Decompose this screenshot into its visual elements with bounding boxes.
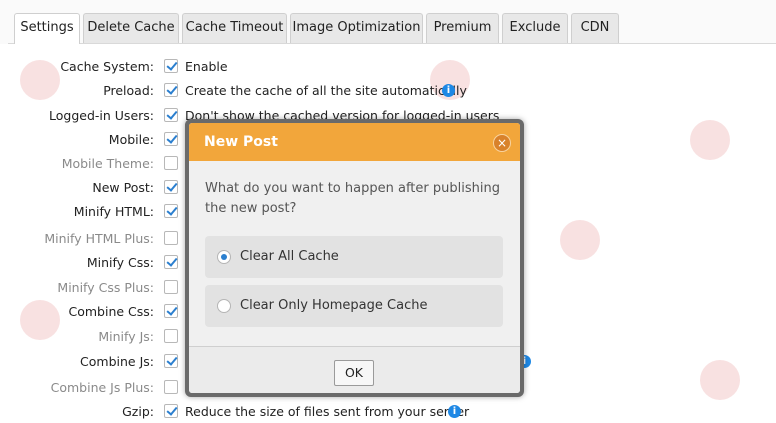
checkbox-icon[interactable] (164, 329, 178, 343)
checkbox-icon[interactable] (164, 156, 178, 170)
setting-description: Reduce the size of files sent from your … (185, 404, 470, 419)
checkbox-icon[interactable] (164, 59, 178, 73)
setting-label: Minify HTML Plus: (44, 231, 154, 246)
checkbox-icon[interactable] (164, 354, 178, 368)
option-label: Clear Only Homepage Cache (240, 298, 428, 313)
checkbox-icon[interactable] (164, 380, 178, 394)
tab-bar: Settings Delete Cache Cache Timeout Imag… (0, 0, 776, 44)
close-icon[interactable]: × (493, 134, 511, 152)
info-icon[interactable]: i (442, 84, 455, 97)
radio-icon[interactable] (217, 250, 231, 264)
radio-icon[interactable] (217, 299, 231, 313)
setting-label: Combine Css: (68, 304, 154, 319)
setting-label: Combine Js: (80, 354, 154, 369)
setting-label: Preload: (103, 83, 154, 98)
dialog-title: New Post (204, 134, 278, 150)
checkbox-icon[interactable] (164, 83, 178, 97)
checkbox-icon[interactable] (164, 404, 178, 418)
setting-row: Gzip: Reduce the size of files sent from… (0, 401, 776, 423)
checkbox-icon[interactable] (164, 255, 178, 269)
checkbox-icon[interactable] (164, 280, 178, 294)
checkbox-icon[interactable] (164, 180, 178, 194)
setting-row: Cache System: Enable (0, 56, 776, 78)
setting-row: Preload: Create the cache of all the sit… (0, 80, 776, 102)
checkbox-icon[interactable] (164, 108, 178, 122)
tab-image-optimization[interactable]: Image Optimization (290, 13, 423, 43)
setting-label: Minify Css: (86, 255, 154, 270)
dialog-header: New Post × (189, 123, 520, 161)
setting-label: Combine Js Plus: (50, 380, 154, 395)
option-clear-homepage-cache[interactable]: Clear Only Homepage Cache (205, 285, 503, 327)
tab-cache-timeout[interactable]: Cache Timeout (182, 13, 287, 43)
setting-label: Minify Js: (98, 329, 154, 344)
setting-label: Mobile: (108, 132, 154, 147)
info-icon[interactable]: i (448, 405, 461, 418)
tab-cdn[interactable]: CDN (571, 13, 619, 43)
dialog-body: New Post × What do you want to happen af… (189, 123, 520, 393)
tab-premium[interactable]: Premium (426, 13, 499, 43)
setting-label: Minify HTML: (73, 204, 154, 219)
dialog-footer: OK (189, 346, 520, 393)
new-post-dialog: New Post × What do you want to happen af… (185, 119, 524, 397)
checkbox-icon[interactable] (164, 304, 178, 318)
checkbox-icon[interactable] (164, 204, 178, 218)
checkbox-icon[interactable] (164, 132, 178, 146)
setting-label: Gzip: (122, 404, 154, 419)
tab-delete-cache[interactable]: Delete Cache (83, 13, 179, 43)
setting-label: Logged-in Users: (49, 108, 154, 123)
tab-settings[interactable]: Settings (14, 13, 80, 44)
setting-description: Enable (185, 59, 228, 74)
tab-baseline (8, 43, 776, 44)
setting-description: Create the cache of all the site automat… (185, 83, 467, 98)
tab-exclude[interactable]: Exclude (502, 13, 568, 43)
checkbox-icon[interactable] (164, 231, 178, 245)
option-clear-all-cache[interactable]: Clear All Cache (205, 236, 503, 278)
dialog-question: What do you want to happen after publish… (205, 181, 500, 216)
ok-button[interactable]: OK (334, 360, 374, 386)
setting-label: Mobile Theme: (61, 156, 154, 171)
setting-label: Minify Css Plus: (57, 280, 154, 295)
setting-label: Cache System: (60, 59, 154, 74)
option-label: Clear All Cache (240, 249, 339, 264)
setting-label: New Post: (92, 180, 154, 195)
